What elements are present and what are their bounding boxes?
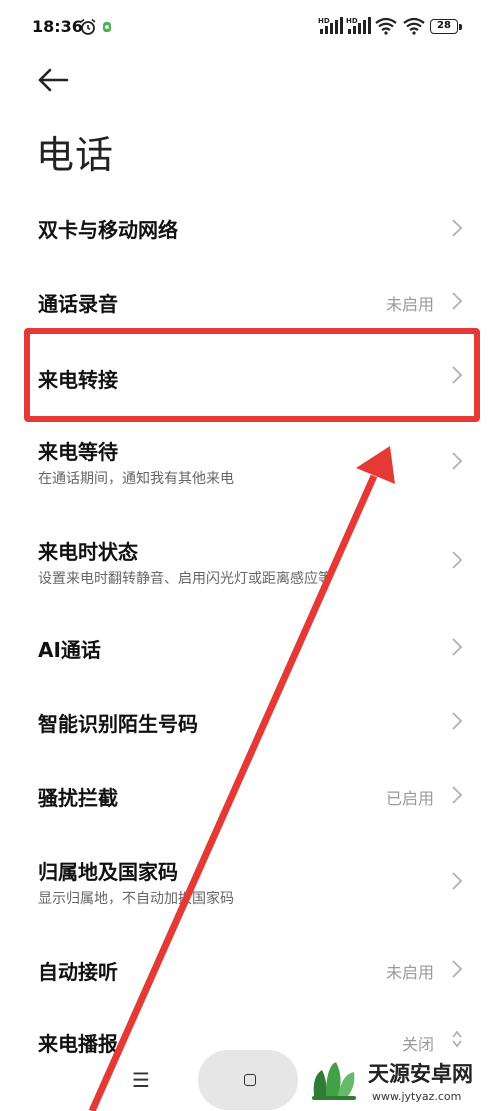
- battery-icon: 28: [430, 19, 458, 34]
- row-subtitle: 设置来电时翻转静音、启用闪光灯或距离感应等: [38, 571, 332, 587]
- row-title: 来电等待: [38, 440, 118, 464]
- row-title: 骚扰拦截: [38, 786, 118, 810]
- chevron-right-icon: [452, 960, 463, 978]
- row-status-value: 未启用: [385, 295, 434, 314]
- chevron-right-icon: [452, 219, 463, 237]
- signal-icon: HD: [318, 17, 343, 34]
- row-title: 智能识别陌生号码: [38, 712, 198, 736]
- row-status-value: 未启用: [385, 963, 434, 982]
- watermark-url: www.jytyaz.com: [372, 1090, 462, 1103]
- chevron-right-icon: [452, 551, 463, 569]
- settings-row-call-waiting[interactable]: 来电等待 在通话期间，通知我有其他来电: [0, 428, 500, 498]
- settings-row-harassment-block[interactable]: 骚扰拦截 已启用: [0, 766, 500, 826]
- row-title: 归属地及国家码: [38, 860, 178, 884]
- network-type-label: HD: [318, 17, 330, 25]
- back-arrow-icon[interactable]: [36, 66, 70, 94]
- chevron-right-icon: [452, 638, 463, 656]
- settings-row-location-country-code[interactable]: 归属地及国家码 显示归属地，不自动加拨国家码: [0, 848, 500, 918]
- watermark-logo-icon: [312, 1062, 356, 1100]
- row-title: 双卡与移动网络: [38, 218, 178, 242]
- network-type-label-2: HD: [346, 17, 358, 25]
- battery-tip: [459, 24, 462, 30]
- settings-row-incoming-call-state[interactable]: 来电时状态 设置来电时翻转静音、启用闪光灯或距离感应等: [0, 528, 500, 598]
- row-title: 通话录音: [38, 292, 118, 316]
- chevron-right-icon: [452, 786, 463, 804]
- chevron-right-icon: [452, 292, 463, 310]
- row-title: AI通话: [38, 638, 101, 662]
- wifi-icon: [375, 17, 397, 35]
- alarm-icon: [80, 18, 96, 35]
- settings-row-dual-sim[interactable]: 双卡与移动网络: [0, 198, 500, 258]
- row-title: 自动接听: [38, 960, 118, 984]
- chevron-up-down-icon: [452, 1030, 462, 1048]
- page-title: 电话: [36, 133, 115, 177]
- signal-icon-2: HD: [346, 17, 371, 34]
- settings-row-ai-call[interactable]: AI通话: [0, 618, 500, 678]
- settings-row-identify-unknown[interactable]: 智能识别陌生号码: [0, 692, 500, 752]
- chevron-right-icon: [452, 452, 463, 470]
- chevron-right-icon: [452, 712, 463, 730]
- settings-row-call-recording[interactable]: 通话录音 未启用: [0, 272, 500, 332]
- wifi-icon-2: [403, 17, 425, 35]
- row-title: 来电时状态: [38, 540, 138, 564]
- status-time: 18:36: [32, 17, 83, 36]
- row-status-value: 已启用: [385, 789, 434, 808]
- row-subtitle: 在通话期间，通知我有其他来电: [38, 471, 234, 487]
- home-square-icon: [244, 1074, 256, 1086]
- settings-row-auto-answer[interactable]: 自动接听 未启用: [0, 940, 500, 1000]
- watermark-name: 天源安卓网: [368, 1062, 473, 1086]
- row-subtitle: 显示归属地，不自动加拨国家码: [38, 891, 234, 907]
- app-notification-icon: [103, 22, 111, 32]
- battery-level: 28: [437, 20, 451, 31]
- highlight-box: [24, 328, 480, 422]
- status-bar: 18:36 HD HD 28: [0, 0, 500, 56]
- chevron-right-icon: [452, 872, 463, 890]
- menu-icon[interactable]: ☰: [132, 1068, 150, 1092]
